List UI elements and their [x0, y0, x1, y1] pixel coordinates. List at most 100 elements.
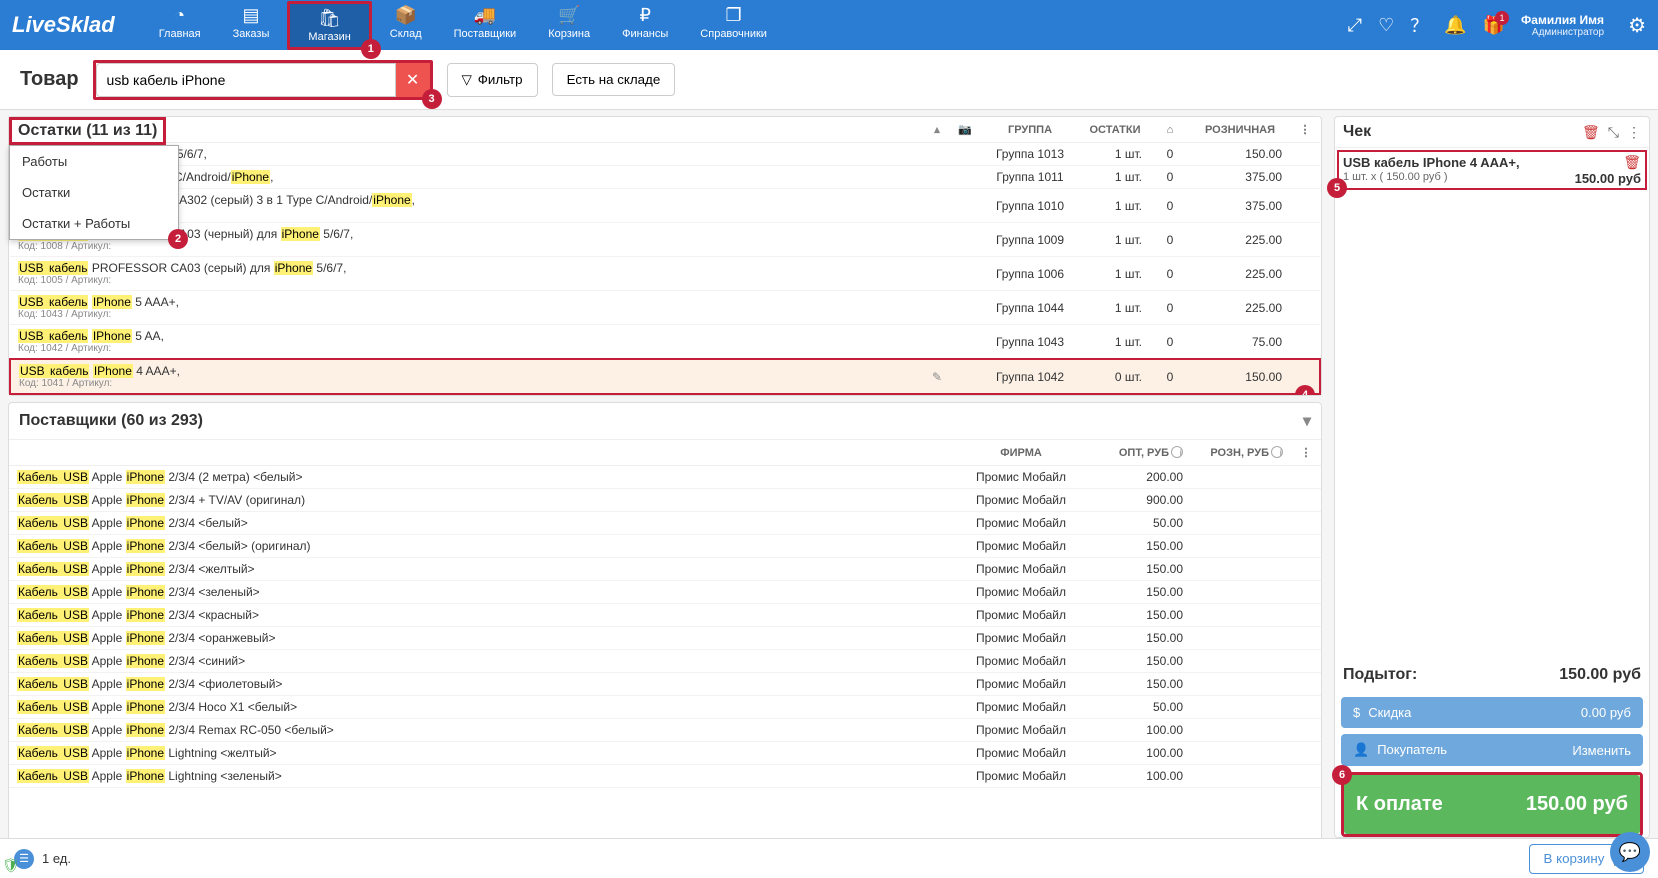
marker-2: 2	[168, 229, 188, 249]
table-row[interactable]: Кабель USB Apple iPhone Lightning <желты…	[9, 742, 1321, 765]
gear-icon[interactable]: ⚙	[1628, 13, 1646, 38]
copy-icon: ❐	[726, 5, 742, 26]
kebab-icon[interactable]: ⋮	[1627, 124, 1641, 141]
marker-6: 6	[1332, 765, 1352, 785]
col-menu[interactable]: ⋮	[1290, 117, 1320, 143]
footer: ☰ 1 ед. В корзину🛒	[0, 838, 1658, 878]
sort-icon: ▴	[934, 124, 940, 136]
table-row[interactable]: Кабель USB Apple iPhone 2/3/4 <оранжевый…	[9, 627, 1321, 650]
pie-icon: ◔	[174, 5, 185, 26]
col-group[interactable]: ГРУППА	[980, 117, 1080, 143]
table-row[interactable]: Кабель USB Apple iPhone 2/3/4 (2 метра) …	[9, 466, 1321, 489]
pencil-icon[interactable]: ✎	[932, 370, 942, 384]
orders-icon: ▤	[242, 5, 259, 26]
ostatki-dropdown: Работы Остатки Остатки + Работы 2	[9, 145, 179, 240]
funnel-icon: ▽	[462, 72, 472, 88]
suppliers-table-wrap[interactable]: ФИРМА ОПТ, РУБi РОЗН, РУБi ⋮ Кабель USB …	[9, 440, 1321, 871]
footer-count: 1 ед.	[42, 851, 71, 866]
box-icon: 📦	[395, 5, 417, 26]
sup-col-opt[interactable]: ОПТ, РУБi	[1091, 440, 1191, 466]
bag-icon: 🛍	[318, 8, 341, 29]
collapse-icon[interactable]: ⤡	[1608, 124, 1619, 141]
table-row[interactable]: Кабель USB Apple iPhone 2/3/4 <синий>Про…	[9, 650, 1321, 673]
table-row[interactable]: Кабель USB Apple iPhone 2/3/4 <фиолетовы…	[9, 673, 1321, 696]
table-row[interactable]: USB кабель IPhone 5 AA,Код: 1042 / Артик…	[10, 325, 1320, 360]
ostatki-option-works[interactable]: Работы	[10, 146, 178, 177]
stock-panel: Остатки (11 из 11) Работы Остатки Остатк…	[8, 116, 1322, 396]
pay-button[interactable]: К оплате 150.00 руб	[1344, 775, 1640, 834]
col-price[interactable]: РОЗНИЧНАЯ	[1190, 117, 1290, 143]
table-row[interactable]: Кабель USB Apple iPhone 2/3/4 <белый> (о…	[9, 535, 1321, 558]
bell-icon[interactable]: 🔔	[1444, 15, 1466, 36]
sup-col-firm[interactable]: ФИРМА	[951, 440, 1091, 466]
expand-icon[interactable]: ⤢	[1348, 15, 1362, 36]
cheque-item[interactable]: 5 USB кабель IPhone 4 AAA+, 🗑 1 шт. x ( …	[1337, 150, 1647, 190]
table-row[interactable]: Кабель USB Apple iPhone 2/3/4 <белый>Про…	[9, 512, 1321, 535]
table-row[interactable]: MY-441 (синий) для iPhone 5/6/7,Группа 1…	[10, 143, 1320, 166]
table-row[interactable]: Кабель USB Apple iPhone 2/3/4 Remax RC-0…	[9, 719, 1321, 742]
trash-icon[interactable]: 🗑	[1582, 124, 1600, 141]
user-icon: 👤	[1353, 742, 1369, 757]
cheque-title: Чек	[1343, 123, 1574, 141]
nav-orders[interactable]: ▤Заказы	[219, 1, 284, 50]
nav-suppliers[interactable]: 🚚Поставщики	[440, 1, 531, 50]
table-row[interactable]: USB кабель IPhone 5 AAA+,Код: 1043 / Арт…	[10, 291, 1320, 325]
col-qty[interactable]: ОСТАТКИ	[1080, 117, 1150, 143]
cheque-panel: Чек 🗑 ⤡ ⋮ 5 USB кабель IPhone 4 AAA+, 🗑 …	[1334, 116, 1650, 838]
help-icon[interactable]: ？	[1410, 12, 1428, 38]
user-info[interactable]: Фамилия Имя Администратор	[1521, 13, 1604, 38]
in-stock-button[interactable]: Есть на складе	[552, 63, 676, 96]
col-camera[interactable]: 📷	[950, 117, 980, 143]
kebab-icon: ⋮	[1300, 124, 1311, 136]
ostatki-header[interactable]: Остатки (11 из 11)	[9, 117, 166, 145]
info-icon: i	[1271, 446, 1283, 458]
heart-icon[interactable]: ♡	[1378, 15, 1394, 36]
kebab-icon: ⋮	[1301, 447, 1312, 459]
col-sort[interactable]: ▴	[924, 117, 950, 143]
nav-shop[interactable]: 🛍Магазин 1	[287, 1, 371, 50]
ostatki-option-both[interactable]: Остатки + Работы	[10, 208, 178, 239]
table-row[interactable]: USB кабель PROFESSOR CA03 (черный) для i…	[10, 223, 1320, 257]
nav-warehouse[interactable]: 📦Склад	[376, 1, 436, 50]
user-name: Фамилия Имя	[1521, 13, 1604, 27]
sup-col-menu[interactable]: ⋮	[1291, 440, 1321, 466]
sup-col-rozn[interactable]: РОЗН, РУБi	[1191, 440, 1291, 466]
marker-3: 3	[422, 89, 442, 109]
table-row[interactable]: Кабель USB Apple iPhone 2/3/4 <желтый>Пр…	[9, 558, 1321, 581]
table-row[interactable]: Кабель USB Apple iPhone 2/3/4 <красный>П…	[9, 604, 1321, 627]
search-wrapper: ✕ 3	[93, 60, 433, 100]
nav-refs[interactable]: ❐Справочники	[686, 1, 781, 50]
table-row[interactable]: Кабель USB Apple iPhone 2/3/4 + TV/AV (о…	[9, 489, 1321, 512]
nav-finance[interactable]: ₽Финансы	[608, 1, 682, 50]
table-row[interactable]: USB кабель PROFESSOR CA302 (серый) 3 в 1…	[10, 189, 1320, 223]
stock-table-wrap[interactable]: ▴ 📷 ГРУППА ОСТАТКИ ⌂ РОЗНИЧНАЯ ⋮ MY-441 …	[9, 117, 1321, 395]
nav-home[interactable]: ◔Главная	[145, 1, 215, 50]
search-input[interactable]	[96, 63, 396, 97]
truck-icon: 🚚	[474, 5, 496, 26]
ostatki-option-stock[interactable]: Остатки	[10, 177, 178, 208]
table-row[interactable]: Кабель USB Apple iPhone Lightning <зелен…	[9, 765, 1321, 788]
suppliers-panel: Поставщики (60 из 293) ▾ ФИРМА ОПТ, РУБi…	[8, 402, 1322, 872]
table-row[interactable]: USB кабель IPhone 4 AAA+,Код: 1041 / Арт…	[10, 359, 1320, 394]
toolbar-label: Товар	[20, 68, 79, 91]
chat-fab[interactable]: 💬	[1610, 832, 1650, 872]
shield-icon: 🛡	[2, 857, 20, 874]
user-role: Администратор	[1532, 27, 1604, 38]
table-row[interactable]: Кабель USB Apple iPhone 2/3/4 Hoco X1 <б…	[9, 696, 1321, 719]
trash-icon[interactable]: 🗑	[1623, 154, 1641, 171]
table-row[interactable]: Кабель USB Apple iPhone 2/3/4 <зеленый>П…	[9, 581, 1321, 604]
gift-icon[interactable]: 🎁1	[1483, 15, 1505, 36]
chevron-down-icon[interactable]: ▾	[1303, 411, 1311, 431]
col-home[interactable]: ⌂	[1150, 117, 1190, 143]
table-row[interactable]: USB кабель PROFESSOR CA03 (серый) для iP…	[10, 257, 1320, 291]
customer-row[interactable]: 👤Покупатель Изменить	[1341, 734, 1643, 766]
cheque-spacer	[1335, 192, 1649, 656]
nav-cart[interactable]: 🛒Корзина	[534, 1, 604, 50]
discount-row[interactable]: $Скидка 0.00 руб	[1341, 697, 1643, 728]
ruble-icon: ₽	[639, 5, 650, 26]
left-column: Остатки (11 из 11) Работы Остатки Остатк…	[0, 110, 1328, 878]
cart-icon: 🛒	[558, 5, 580, 26]
filter-button[interactable]: ▽Фильтр	[447, 63, 538, 97]
marker-1: 1	[361, 39, 381, 59]
table-row[interactable]: CA302 (черный) 3 в 1 Type C/Android/iPho…	[10, 166, 1320, 189]
